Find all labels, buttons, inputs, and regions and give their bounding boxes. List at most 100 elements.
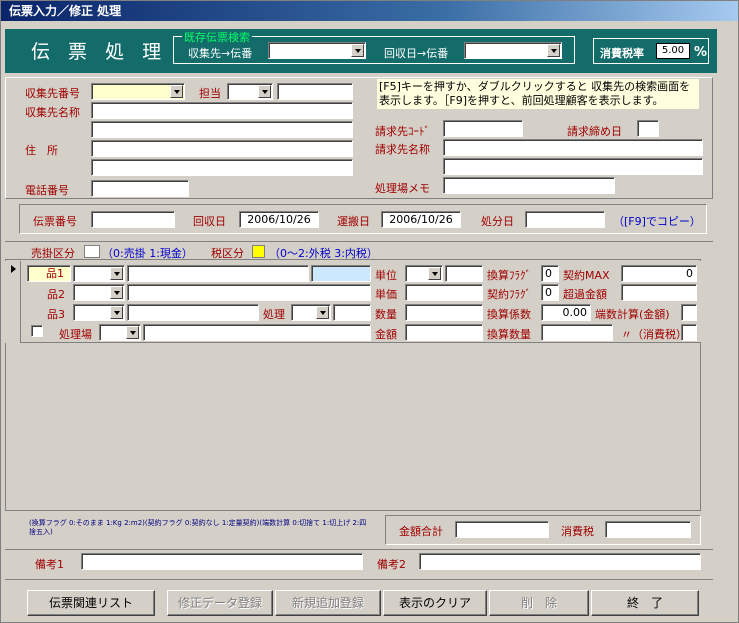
qty-field[interactable] — [405, 304, 483, 321]
total-field[interactable] — [455, 521, 549, 538]
chevron-down-icon[interactable] — [258, 85, 271, 98]
address2-field[interactable] — [91, 159, 353, 176]
address1-field[interactable] — [91, 140, 353, 157]
slip-no-field[interactable] — [91, 211, 175, 228]
tax-rate-box: 消費税率 5.00 % — [593, 38, 709, 64]
slip-processing-window: 伝票入力／修正 処理 伝 票 処 理 既存伝票検索 収集先→伝番 回収日→伝番 … — [0, 0, 739, 623]
rounding-tax-field[interactable] — [681, 324, 697, 341]
clear-button[interactable]: 表示のクリア — [383, 590, 487, 616]
item1-combo[interactable] — [73, 265, 125, 282]
item2-name-field[interactable] — [127, 284, 371, 301]
exit-button[interactable]: 終 了 — [591, 590, 699, 616]
total-tax-label: 消費税 — [561, 525, 594, 538]
total-tax-field[interactable] — [605, 521, 691, 538]
chevron-down-icon[interactable] — [316, 306, 329, 319]
dispose-date-field[interactable] — [525, 211, 605, 228]
collect-name-label: 収集先名称 — [25, 106, 80, 119]
over-amount-field[interactable] — [621, 284, 697, 301]
chevron-down-icon[interactable] — [110, 306, 123, 319]
billing-close-field[interactable] — [637, 120, 659, 137]
date-to-slip-combo[interactable] — [464, 42, 562, 59]
dispose-date-label: 処分日 — [481, 215, 514, 228]
conv-flag-label: 換算ﾌﾗｸﾞ — [487, 269, 531, 282]
date-to-slip-label: 回収日→伝番 — [384, 47, 449, 60]
process-combo[interactable] — [291, 304, 331, 321]
chevron-down-icon[interactable] — [110, 286, 123, 299]
site-memo-field[interactable] — [443, 177, 615, 194]
contract-flag-field[interactable]: 0 — [541, 284, 559, 301]
chevron-down-icon[interactable] — [351, 44, 364, 57]
person-combo[interactable] — [227, 83, 273, 100]
site-memo-label: 処理場メモ — [375, 182, 430, 195]
plant-label: 処理場 — [59, 328, 92, 341]
conv-flag-field[interactable]: 0 — [541, 265, 559, 282]
item3-name-field[interactable] — [127, 304, 259, 321]
billing-name-field[interactable] — [443, 139, 703, 156]
process-name-field[interactable] — [333, 304, 371, 321]
save-edit-button[interactable]: 修正データ登録 — [167, 590, 273, 616]
chevron-down-icon[interactable] — [110, 267, 123, 280]
person-name-field[interactable] — [277, 83, 353, 100]
save-new-button[interactable]: 新規追加登録 — [275, 590, 381, 616]
item2-label: 品2 — [47, 288, 65, 301]
contract-flag-label: 契約ﾌﾗｸﾞ — [487, 288, 531, 301]
unit-combo[interactable] — [405, 265, 443, 282]
item1-extra-field[interactable] — [311, 265, 371, 282]
plant-combo[interactable] — [99, 324, 141, 341]
tax-rate-input[interactable]: 5.00 — [656, 43, 690, 59]
collect-no-combo[interactable] — [91, 83, 185, 100]
amount-field[interactable] — [405, 324, 483, 341]
process-label: 処理 — [263, 308, 285, 321]
unit-name-field[interactable] — [445, 265, 483, 282]
phone-field[interactable] — [91, 180, 189, 197]
item3-label: 品3 — [47, 308, 65, 321]
separator — [5, 549, 713, 550]
flag-legend-note: (換算フラグ 0:そのまま 1:Kg 2:m2)(契約フラグ 0:契約なし 1:… — [29, 519, 367, 536]
conv-factor-label: 換算係数 — [487, 308, 531, 321]
row-selector[interactable] — [5, 261, 21, 343]
plant-name-field[interactable] — [143, 324, 371, 341]
window-title: 伝票入力／修正 処理 — [1, 1, 738, 21]
header-banner: 伝 票 処 理 既存伝票検索 収集先→伝番 回収日→伝番 消費税率 5.00 % — [5, 29, 717, 73]
conv-qty-field[interactable] — [541, 324, 613, 341]
collect-name2-field[interactable] — [91, 121, 353, 138]
rounding-amount-label: 端数計算(金額) — [595, 308, 670, 321]
related-list-button[interactable]: 伝票関連リスト — [27, 590, 155, 616]
separator — [5, 579, 713, 580]
conv-factor-field[interactable]: 0.00 — [541, 304, 591, 321]
contract-max-label: 契約MAX — [563, 269, 610, 282]
page-title: 伝 票 処 理 — [31, 41, 168, 63]
collect-name-field[interactable] — [91, 102, 353, 119]
phone-label: 電話番号 — [25, 184, 69, 197]
existing-slip-search-group: 既存伝票検索 収集先→伝番 回収日→伝番 — [173, 29, 575, 64]
delete-button[interactable]: 削 除 — [489, 590, 589, 616]
rounding-tax-label: 〃（消費税） — [621, 328, 687, 341]
over-amount-label: 超過金額 — [563, 288, 607, 301]
collect-no-label: 収集先番号 — [25, 87, 80, 100]
carry-date-field[interactable]: 2006/10/26 — [381, 211, 461, 228]
chevron-down-icon[interactable] — [547, 44, 560, 57]
chevron-down-icon[interactable] — [428, 267, 441, 280]
collect-date-field[interactable]: 2006/10/26 — [239, 211, 319, 228]
item3-combo[interactable] — [73, 304, 125, 321]
person-label: 担当 — [199, 87, 221, 100]
row-checkbox[interactable] — [31, 325, 43, 337]
conv-qty-label: 換算数量 — [487, 328, 531, 341]
collect-to-slip-combo[interactable] — [268, 42, 366, 59]
item2-combo[interactable] — [73, 284, 125, 301]
row-pointer-icon — [11, 265, 16, 273]
collect-date-label: 回収日 — [193, 215, 226, 228]
billing-name2-field[interactable] — [443, 158, 703, 175]
price-field[interactable] — [405, 284, 483, 301]
sale-type-field[interactable] — [84, 245, 100, 258]
item1-name-field[interactable] — [127, 265, 309, 282]
contract-max-field[interactable]: 0 — [621, 265, 697, 282]
remark1-field[interactable] — [81, 553, 363, 570]
tax-type-field[interactable] — [252, 245, 265, 258]
chevron-down-icon[interactable] — [126, 326, 139, 339]
total-label: 金額合計 — [399, 525, 443, 538]
rounding-amount-field[interactable] — [681, 304, 697, 321]
chevron-down-icon[interactable] — [170, 85, 183, 98]
billing-code-field[interactable] — [443, 120, 523, 137]
remark2-field[interactable] — [419, 553, 701, 570]
